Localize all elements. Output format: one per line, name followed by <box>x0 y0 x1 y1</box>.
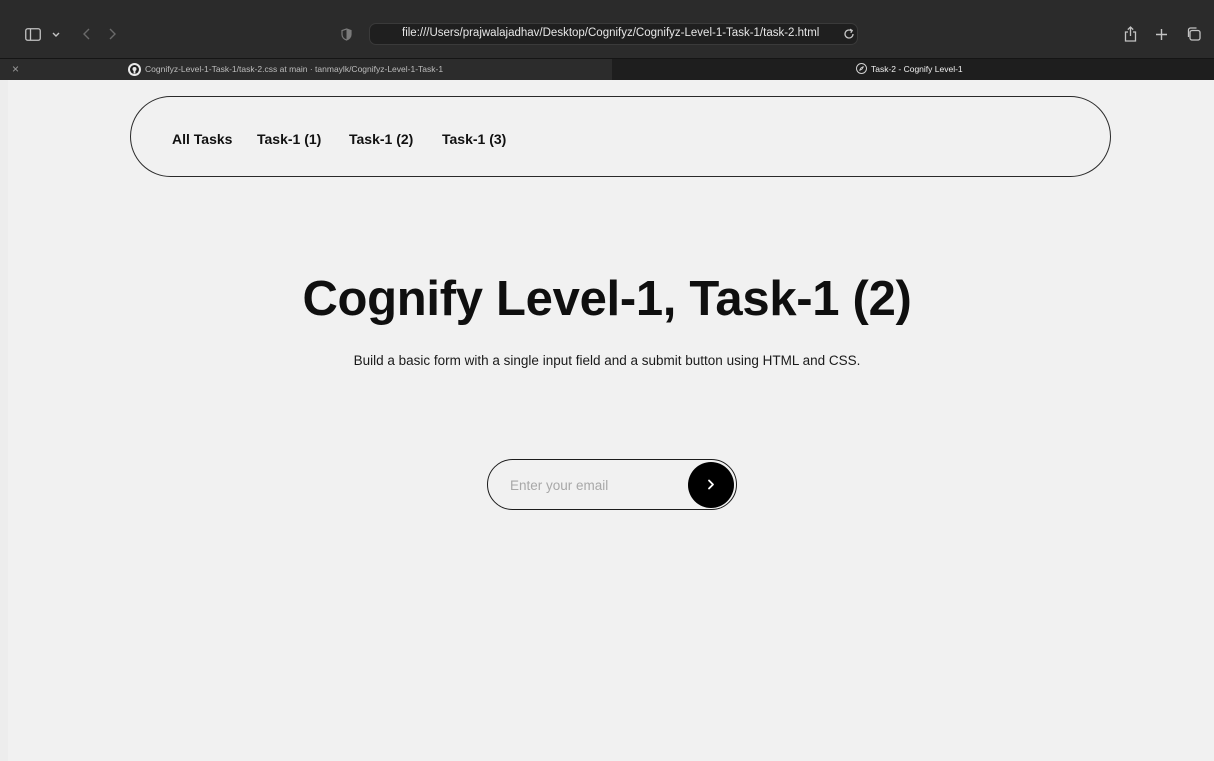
nav-link-all-tasks[interactable]: All Tasks <box>172 131 232 147</box>
nav-link-task-1-3[interactable]: Task-1 (3) <box>442 131 506 147</box>
tab-overview-icon[interactable] <box>1185 26 1201 42</box>
chevron-down-icon[interactable] <box>51 30 61 38</box>
new-tab-icon[interactable] <box>1153 26 1169 42</box>
reload-icon[interactable] <box>842 27 856 41</box>
forward-icon[interactable] <box>106 27 118 41</box>
address-bar-url[interactable]: file:///Users/prajwalajadhav/Desktop/Cog… <box>402 27 842 39</box>
tab-bar: × Cognifyz-Level-1-Task-1/task-2.css at … <box>0 58 1214 80</box>
email-form <box>487 459 737 510</box>
submit-button[interactable] <box>688 462 734 508</box>
github-icon <box>128 63 141 76</box>
privacy-shield-icon[interactable] <box>340 27 352 41</box>
compass-icon <box>856 63 867 74</box>
top-navigation: All Tasks Task-1 (1) Task-1 (2) Task-1 (… <box>130 96 1111 177</box>
page-title: Cognify Level-1, Task-1 (2) <box>302 272 912 326</box>
chevron-right-icon <box>707 478 715 493</box>
tab-title: Cognifyz-Level-1-Task-1/task-2.css at ma… <box>145 64 444 74</box>
email-input[interactable] <box>510 472 680 498</box>
browser-toolbar: file:///Users/prajwalajadhav/Desktop/Cog… <box>0 0 1214 58</box>
page-subtitle: Build a basic form with a single input f… <box>353 353 861 368</box>
back-icon[interactable] <box>80 27 92 41</box>
tab-title-active: Task-2 - Cognify Level-1 <box>871 64 963 74</box>
nav-link-task-1-1[interactable]: Task-1 (1) <box>257 131 321 147</box>
share-icon[interactable] <box>1123 25 1137 43</box>
tab-github[interactable]: × Cognifyz-Level-1-Task-1/task-2.css at … <box>0 59 612 80</box>
sidebar-toggle-icon[interactable] <box>25 27 41 41</box>
page-content: All Tasks Task-1 (1) Task-1 (2) Task-1 (… <box>0 80 1214 761</box>
nav-link-task-1-2[interactable]: Task-1 (2) <box>349 131 413 147</box>
close-tab-icon[interactable]: × <box>12 62 19 76</box>
